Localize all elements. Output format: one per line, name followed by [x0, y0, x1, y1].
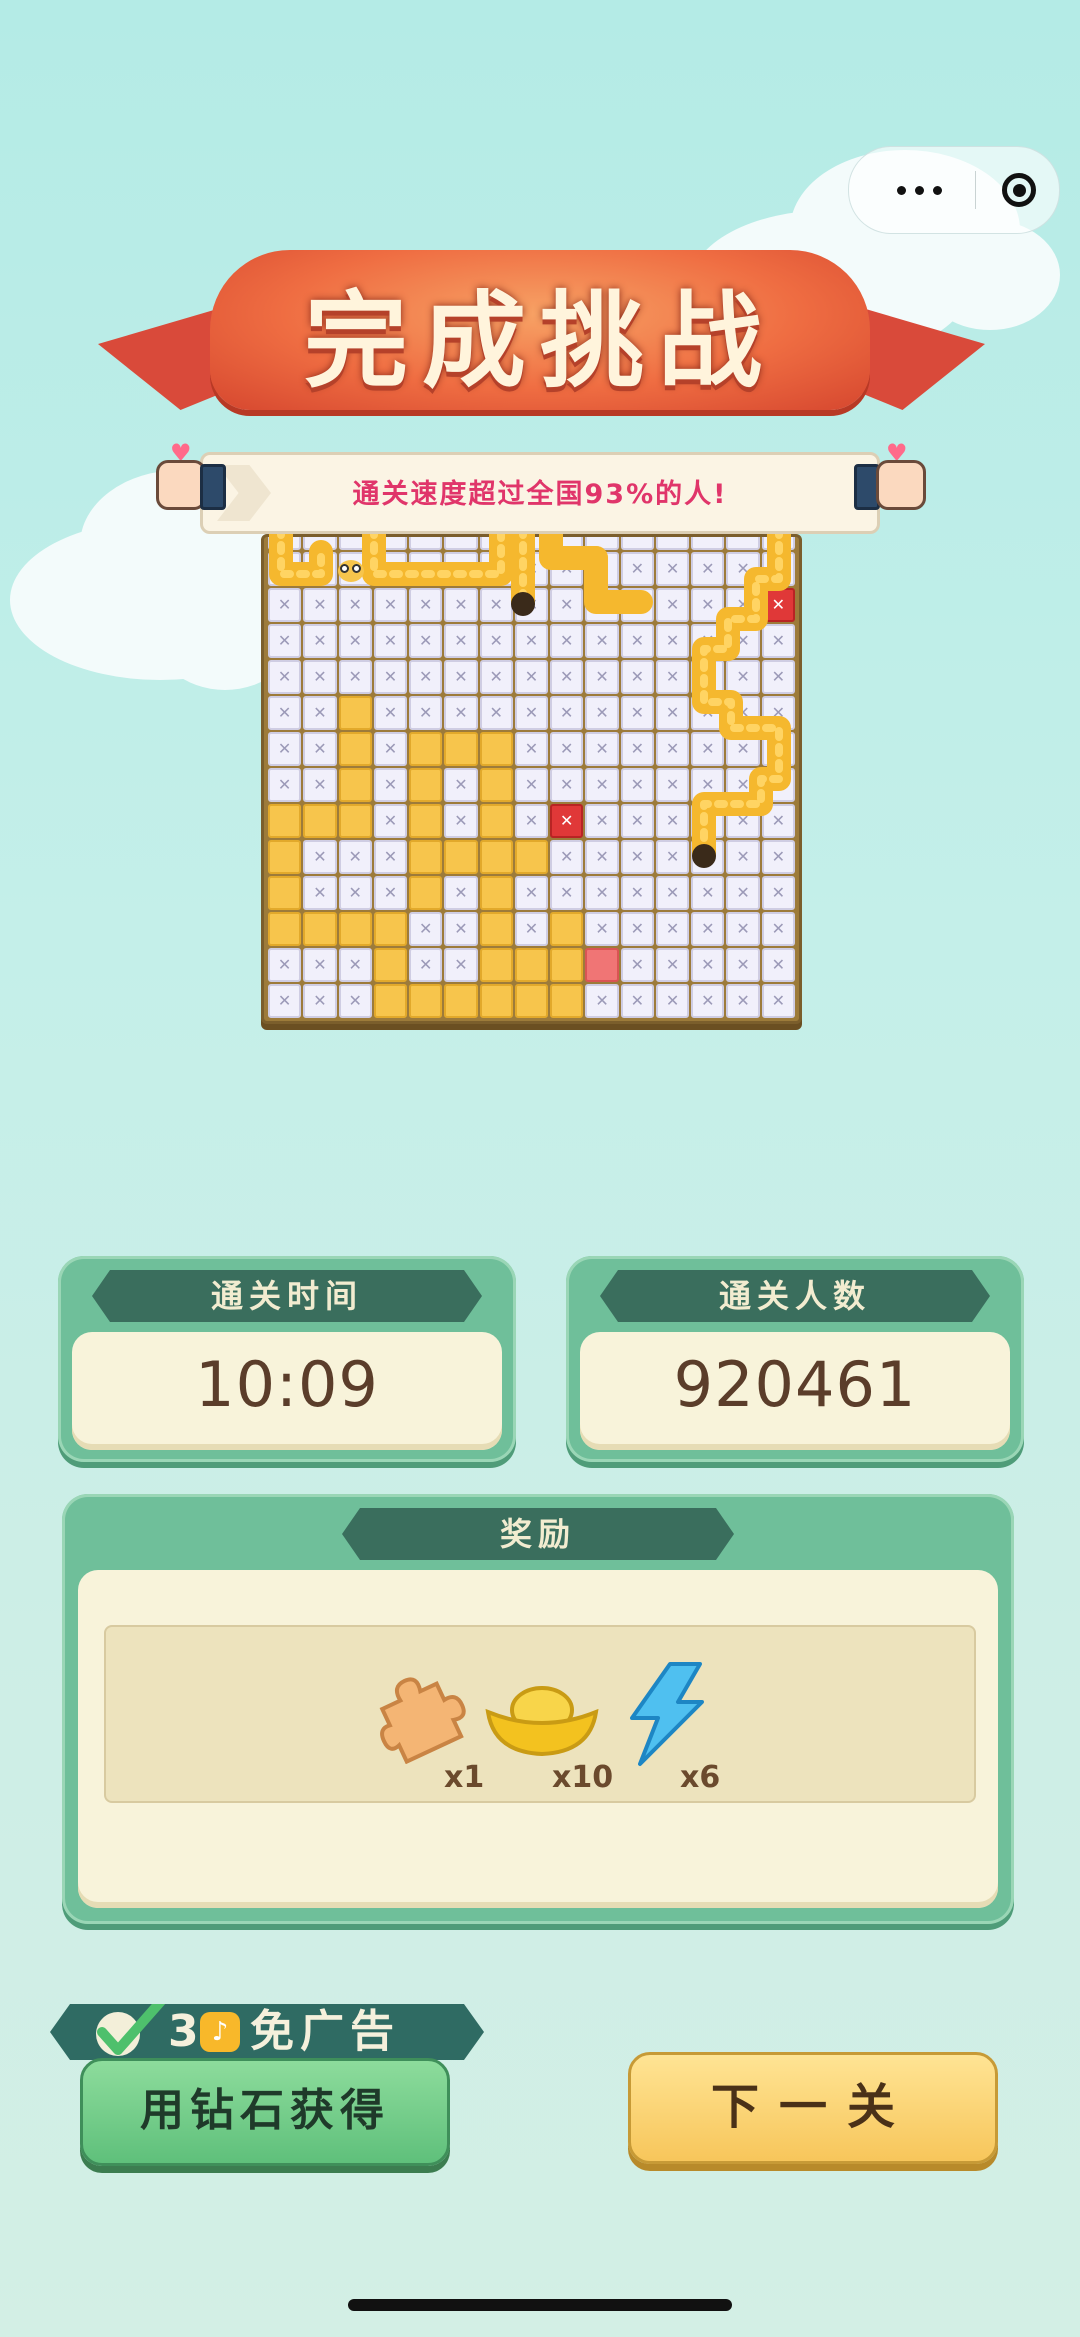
cloud-decoration: [920, 220, 1060, 330]
reward-count-puzzle: x1: [444, 1760, 485, 1795]
ad-free-count: 3: [168, 2006, 199, 2057]
clear-time-label: 通关时间: [92, 1270, 482, 1322]
reward-count-energy: x6: [680, 1760, 721, 1795]
lightning-icon: [630, 1662, 704, 1766]
target-icon[interactable]: [979, 147, 1059, 233]
reward-count-gold: x10: [552, 1760, 614, 1795]
puzzle-piece-icon: [379, 1677, 466, 1764]
home-indicator: [348, 2299, 732, 2311]
subtitle-text: 通关速度超过全国93%的人!: [352, 479, 728, 510]
clear-time-card: 通关时间 10:09: [58, 1256, 516, 1462]
reward-item-energy: x6: [618, 1660, 738, 1800]
clear-players-card: 通关人数 920461: [566, 1256, 1024, 1462]
ad-free-tag: 3 ♪ 免广告: [50, 2004, 484, 2060]
thumbs-up-icon: ♥: [852, 441, 930, 520]
reward-item-puzzle: x1: [370, 1660, 490, 1800]
more-dots-icon[interactable]: [871, 147, 967, 233]
clear-players-value: 920461: [673, 1348, 917, 1421]
rewards-label: 奖励: [342, 1508, 734, 1560]
next-level-button[interactable]: 下一关: [628, 2052, 998, 2164]
capsule-divider: [975, 171, 976, 209]
diamond-icon: ♪: [200, 2012, 240, 2052]
diamond-get-button[interactable]: 用钻石获得: [80, 2058, 450, 2166]
thumbs-up-icon: ♥: [148, 441, 226, 520]
gold-ingot-icon: [485, 1686, 599, 1757]
ad-free-text: 免广告: [250, 2006, 400, 2057]
snake-face-icon: [338, 560, 364, 582]
reward-item-gold: x10: [482, 1660, 613, 1800]
clear-time-value: 10:09: [195, 1348, 379, 1421]
clear-players-label: 通关人数: [600, 1270, 990, 1322]
page-title: 完成挑战: [303, 279, 776, 402]
checkmark-icon: [90, 1994, 170, 2064]
mini-program-capsule: [848, 146, 1060, 234]
snake-body: [269, 534, 791, 868]
